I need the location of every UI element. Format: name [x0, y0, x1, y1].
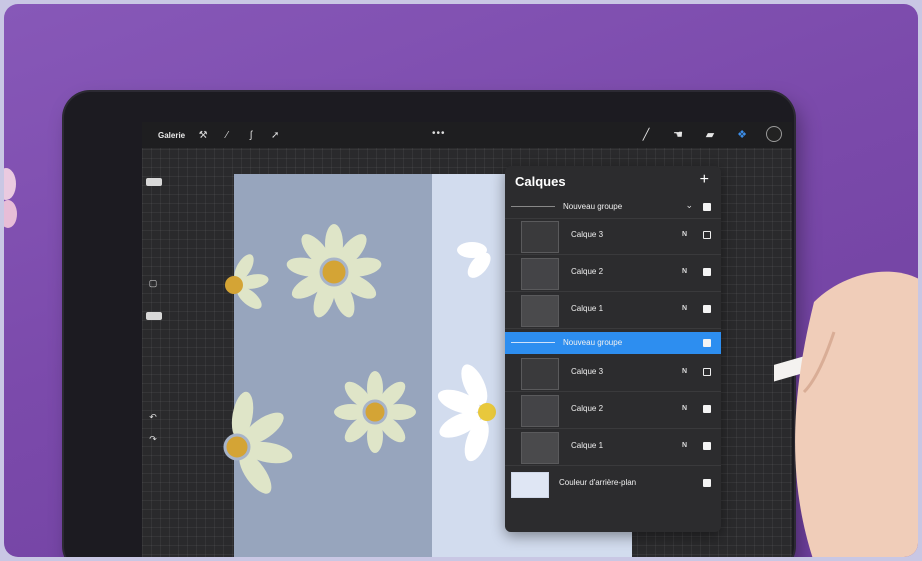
layer-label: Calque 3 [571, 230, 604, 239]
background-color-row[interactable]: Couleur d'arrière-plan [505, 466, 721, 502]
layer-thumbnail [521, 395, 559, 427]
layer-label: Calque 3 [571, 367, 604, 376]
daisy-flower-white-right [437, 364, 496, 462]
layer-row[interactable]: Calque 3 N [505, 355, 721, 392]
layer-label: Couleur d'arrière-plan [559, 478, 637, 487]
layer-label: Nouveau groupe [563, 202, 623, 211]
visibility-checkbox[interactable] [703, 368, 711, 376]
layer-row[interactable]: Calque 1 N [505, 429, 721, 466]
layer-group-row[interactable]: Nouveau groupe ⌄ [505, 196, 721, 219]
layer-label: Calque 2 [571, 404, 604, 413]
layer-label: Calque 1 [571, 441, 604, 450]
add-layer-button[interactable]: + [700, 172, 709, 188]
layer-thumbnail [521, 432, 559, 464]
blend-mode-label[interactable]: N [682, 268, 687, 275]
layer-label: Calque 1 [571, 304, 604, 313]
layer-thumbnail [521, 258, 559, 290]
pink-flower-decoration [4, 168, 17, 228]
visibility-checkbox[interactable] [703, 339, 711, 347]
daisy-flower-white-top [457, 242, 491, 278]
layer-thumbnail [521, 358, 559, 390]
layer-row[interactable]: Calque 2 N [505, 392, 721, 429]
daisy-flower-medium [334, 371, 416, 453]
visibility-checkbox[interactable] [703, 231, 711, 239]
visibility-checkbox[interactable] [703, 479, 711, 487]
layer-row[interactable]: Calque 2 N [505, 255, 721, 292]
procreate-screen: Galerie ⚒ ⁄ ʃ ➚ ••• ╱ ☚ ▰ ❖ ▢ ↶ ↷ Calque… [142, 122, 792, 557]
group-indicator [511, 342, 555, 343]
blend-mode-label[interactable]: N [682, 305, 687, 312]
layer-row[interactable]: Calque 1 N [505, 292, 721, 329]
ipad-device: Galerie ⚒ ⁄ ʃ ➚ ••• ╱ ☚ ▰ ❖ ▢ ↶ ↷ Calque… [64, 92, 794, 557]
visibility-checkbox[interactable] [703, 405, 711, 413]
hand-with-pencil [774, 271, 918, 557]
layer-label: Nouveau groupe [563, 338, 623, 347]
daisy-flower-partial-left [225, 254, 269, 309]
group-indicator [511, 206, 555, 207]
photo-frame: Galerie ⚒ ⁄ ʃ ➚ ••• ╱ ☚ ▰ ❖ ▢ ↶ ↷ Calque… [4, 4, 918, 557]
background-color-swatch[interactable] [511, 472, 549, 498]
layer-thumbnail [521, 295, 559, 327]
layers-panel-title: Calques [515, 174, 566, 189]
layers-panel: Calques + Nouveau groupe ⌄ Calque 3 N Ca… [505, 166, 721, 532]
blend-mode-label[interactable]: N [682, 442, 687, 449]
blend-mode-label[interactable]: N [682, 405, 687, 412]
layer-label: Calque 2 [571, 267, 604, 276]
chevron-down-icon[interactable]: ⌄ [685, 200, 693, 211]
daisy-flower-bottom-left [223, 391, 293, 494]
blend-mode-label[interactable]: N [682, 368, 687, 375]
layer-row[interactable]: Calque 3 N [505, 218, 721, 255]
visibility-checkbox[interactable] [703, 305, 711, 313]
visibility-checkbox[interactable] [703, 442, 711, 450]
layer-group-row-selected[interactable]: Nouveau groupe [505, 332, 721, 354]
daisy-flower-large [286, 224, 382, 318]
blend-mode-label[interactable]: N [682, 231, 687, 238]
visibility-checkbox[interactable] [703, 203, 711, 211]
layer-thumbnail [521, 221, 559, 253]
visibility-checkbox[interactable] [703, 268, 711, 276]
